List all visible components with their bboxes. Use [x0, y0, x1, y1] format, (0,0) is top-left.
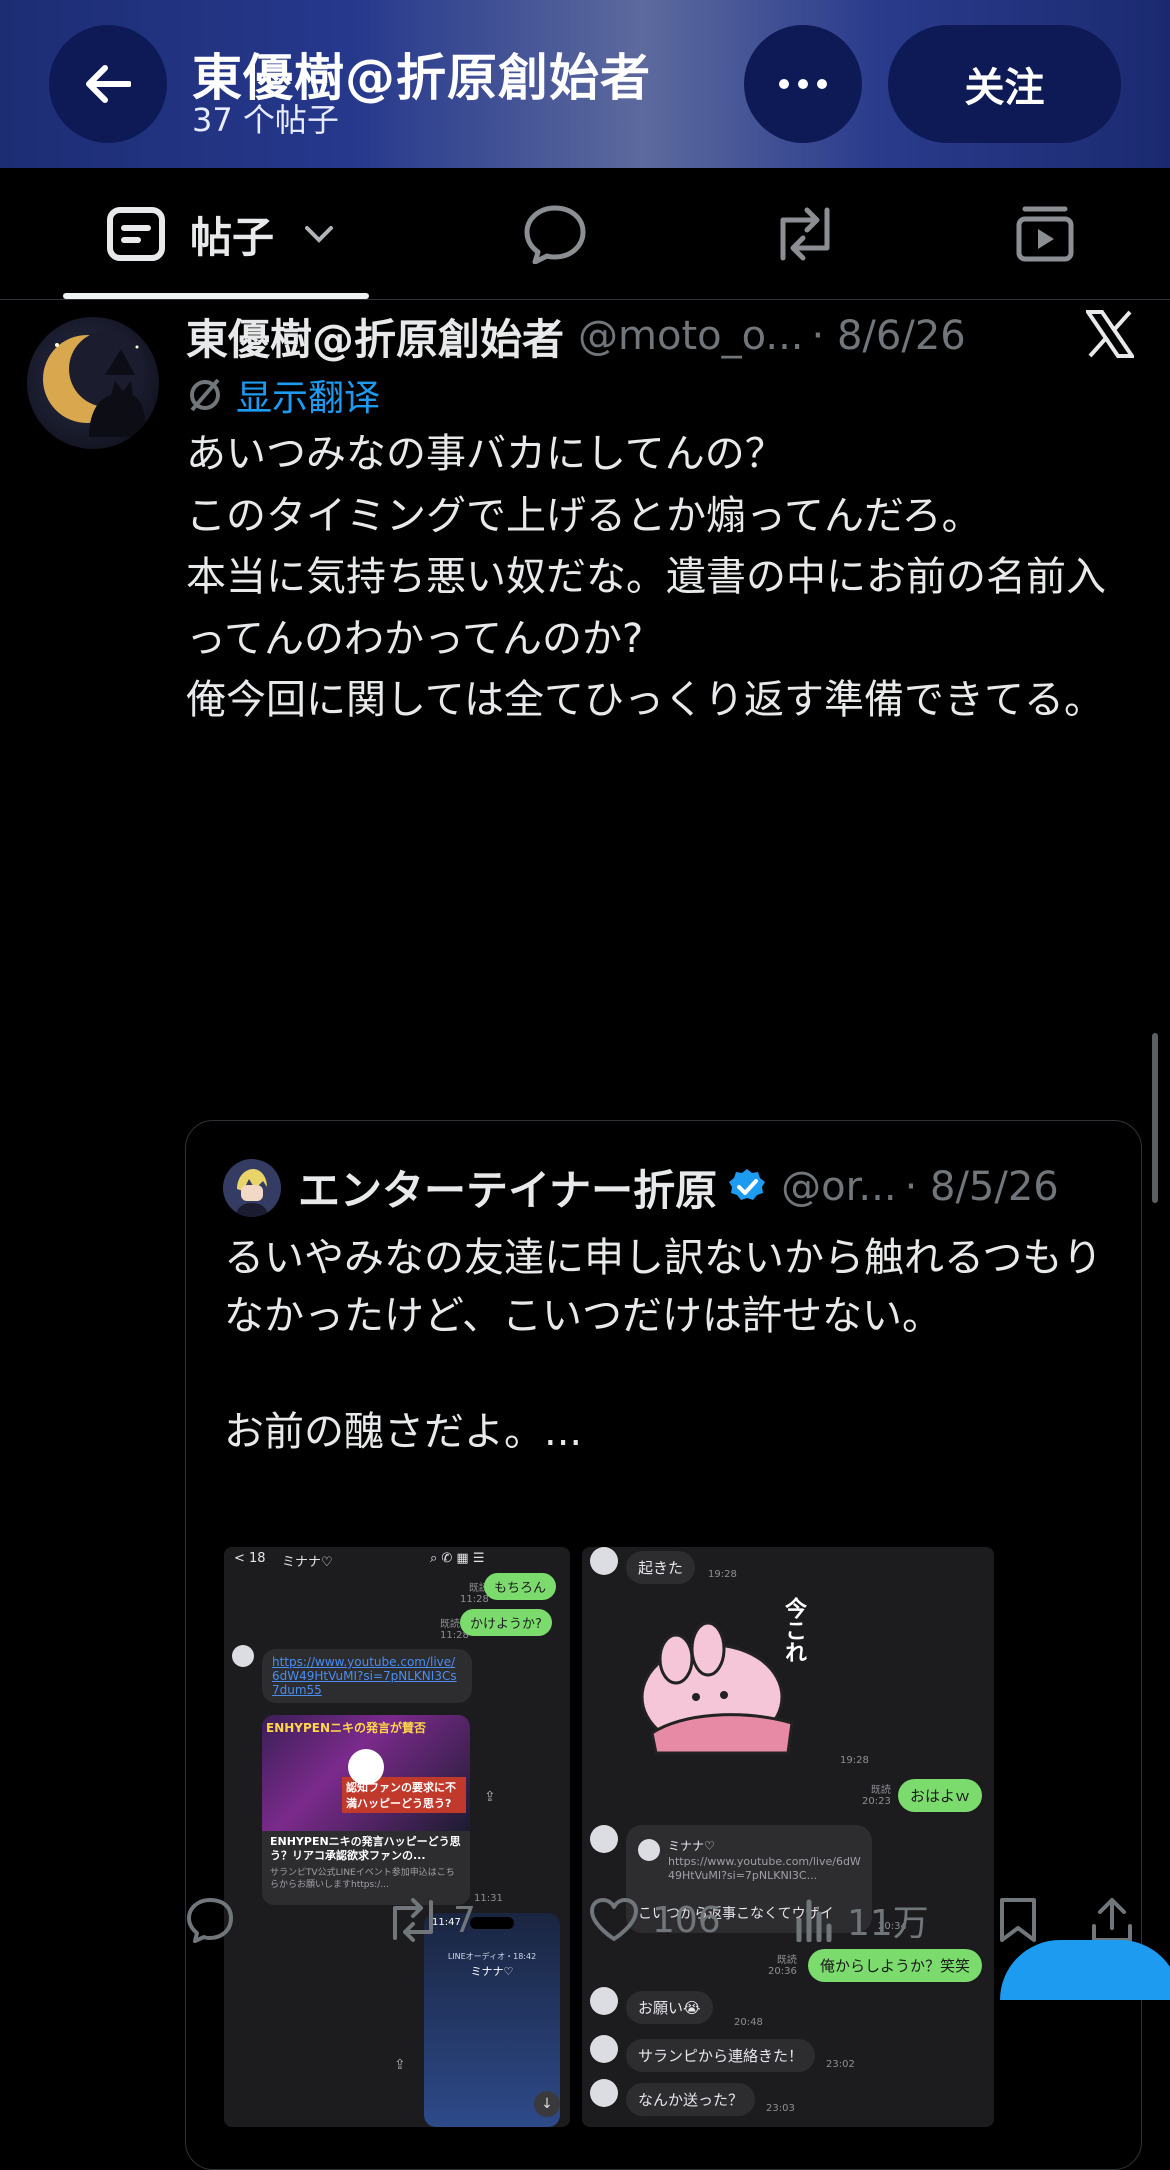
contact-avatar: [232, 1645, 254, 1667]
translate-label[interactable]: 显示翻译: [236, 369, 380, 421]
more-button[interactable]: [744, 25, 862, 143]
chat-contact: ミナナ♡: [282, 1555, 333, 1570]
moon-cat-avatar-icon: [43, 331, 146, 437]
reply-icon: [187, 1898, 233, 1943]
like-count: 106: [652, 1899, 721, 1941]
chat-bubble-received: 起きた: [626, 1551, 696, 1584]
tab-posts-label: 帖子: [189, 212, 274, 262]
analytics-icon: [796, 1899, 832, 1942]
repost-icon: [393, 1898, 433, 1942]
more-dots-icon: [779, 79, 827, 89]
reply-icon: [524, 205, 586, 264]
call-name: ミナナ♡: [470, 1965, 514, 1978]
contact-avatar: [590, 1987, 618, 2015]
quoted-author-name: エンターテイナー折原: [298, 1165, 718, 1215]
bunny-sticker: 今これ: [632, 1597, 822, 1767]
msg-time: 19:28: [840, 1755, 869, 1766]
anime-avatar-icon: [223, 1159, 281, 1217]
chat-back: < 18: [234, 1551, 266, 1566]
author-avatar[interactable]: [27, 317, 159, 449]
chat-screenshot-left[interactable]: < 18 ミナナ♡ ⌕ ✆ ▦ ☰ 既読 11:28 もちろん 既読 11:28…: [224, 1547, 570, 2127]
post-text: あいつみなの事バカにしてんの？ このタイミングで上げるとか煽ってんだろ。 本当に…: [186, 431, 1106, 723]
quoted-date: · 8/5/26: [904, 1164, 1059, 1210]
chat-bubble-sent: おはよｗ: [898, 1779, 983, 1812]
thumbnail-title: ENHYPENニキの発言が賛否: [266, 1721, 427, 1735]
scrollbar[interactable]: [1152, 1033, 1158, 1203]
link-preview-card: ENHYPENニキの発言が賛否 認知ファンの要求に不満ハッピーどう思う? ENH…: [262, 1715, 470, 1905]
like-button[interactable]: 106: [588, 1880, 721, 1960]
tab-replies[interactable]: [500, 168, 610, 300]
heart-icon: [590, 1898, 638, 1941]
quoted-handle: @or...: [781, 1164, 897, 1210]
contact-avatar: [590, 1547, 618, 1575]
author-name[interactable]: 東優樹@折原創始者: [186, 306, 564, 367]
tab-reposts[interactable]: [750, 168, 860, 300]
download-icon: ↓: [534, 2091, 560, 2117]
views-button[interactable]: 11万: [795, 1880, 929, 1960]
contact-avatar: [590, 2079, 618, 2107]
share-icon: ⇪: [484, 1789, 496, 1805]
repost-icon: [780, 207, 830, 261]
author-handle[interactable]: @moto_o...: [578, 313, 804, 359]
forward-link: https://www.youtube.com/live/6dW49HtVuMI…: [668, 1855, 861, 1882]
follow-button[interactable]: 关注: [888, 25, 1121, 143]
video-thumbnail: ENHYPENニキの発言が賛否 認知ファンの要求に不満ハッピーどう思う?: [262, 1715, 470, 1831]
chat-screenshot-right[interactable]: 起きた 19:28 今これ 19:28 既読 20:23 おはよｗ ミナナ♡ h…: [582, 1547, 994, 2127]
reply-button[interactable]: [185, 1880, 247, 1960]
contact-avatar: [590, 2035, 618, 2063]
quoted-author-avatar[interactable]: [223, 1159, 281, 1217]
msg-time: 19:28: [708, 1569, 737, 1580]
post-count: 37 个帖子: [192, 101, 339, 139]
tab-posts[interactable]: 帖子: [100, 168, 340, 300]
post-meta: 東優樹@折原創始者 @moto_o... · 8/6/26: [186, 306, 966, 366]
chat-link: https://www.youtube.com/live/6dW49HtVuMI…: [262, 1649, 472, 1703]
share-icon: ⇪: [394, 2057, 406, 2073]
tab-media[interactable]: [990, 168, 1100, 300]
active-tab-indicator: [63, 293, 369, 299]
forward-name: ミナナ♡: [668, 1839, 715, 1853]
quoted-meta: エンターテイナー折原 @or... · 8/5/26: [298, 1155, 1059, 1219]
contact-avatar: [590, 1825, 618, 1853]
repost-count: 7: [453, 1899, 476, 1941]
translate-icon: [190, 378, 220, 412]
post-date[interactable]: · 8/6/26: [812, 313, 966, 359]
chat-bubble-sent: もちろん: [484, 1573, 557, 1600]
back-button[interactable]: [49, 25, 167, 143]
msg-time: 23:03: [766, 2103, 795, 2114]
chat-toolbar-icons: ⌕ ✆ ▦ ☰: [430, 1551, 485, 1566]
chat-bubble-sent: かけようか?: [460, 1609, 552, 1636]
post-actions: 7 106 11万: [0, 1880, 1170, 1960]
translate-link[interactable]: 显示翻译: [186, 369, 380, 421]
verified-badge-icon: [729, 1169, 766, 1200]
msg-time: 20:48: [734, 2017, 763, 2028]
views-count: 11万: [847, 1903, 929, 1944]
chat-bubble-received: お願い😭: [626, 1991, 713, 2024]
quoted-text: るいやみなの友達に申し訳ないから触れるつもりなかったけど、こいつだけは許せない。…: [224, 1235, 1103, 1455]
play-icon: [348, 1749, 384, 1785]
posts-icon: [106, 207, 165, 261]
msg-time: 既読 20:23: [862, 1785, 891, 1807]
chat-bubble-received: サランピから連絡きた！: [626, 2039, 816, 2072]
chevron-down-icon: [305, 226, 333, 243]
chat-bubble-received: なんか送った？: [626, 2083, 756, 2116]
x-logo-icon: [1084, 310, 1136, 362]
media-icon: [1016, 206, 1074, 262]
profile-tabs: 帖子: [0, 168, 1170, 300]
arrow-left-icon: [86, 65, 131, 103]
msg-time: 23:02: [826, 2059, 855, 2070]
bookmark-icon: [1000, 1898, 1036, 1942]
profile-header: 東優樹@折原創始者 37 个帖子 关注: [0, 0, 1170, 168]
share-icon: [1092, 1898, 1132, 1942]
card-title: ENHYPENニキの発言ハッピーどう思う？リアコ承認欲求ファンの...: [270, 1835, 461, 1862]
sticker-text: 今これ: [781, 1597, 806, 1663]
repost-button[interactable]: 7: [385, 1880, 476, 1960]
forward-avatar: [638, 1839, 660, 1861]
quoted-post[interactable]: エンターテイナー折原 @or... · 8/5/26 るいやみなの友達に申し訳な…: [185, 1120, 1142, 2170]
